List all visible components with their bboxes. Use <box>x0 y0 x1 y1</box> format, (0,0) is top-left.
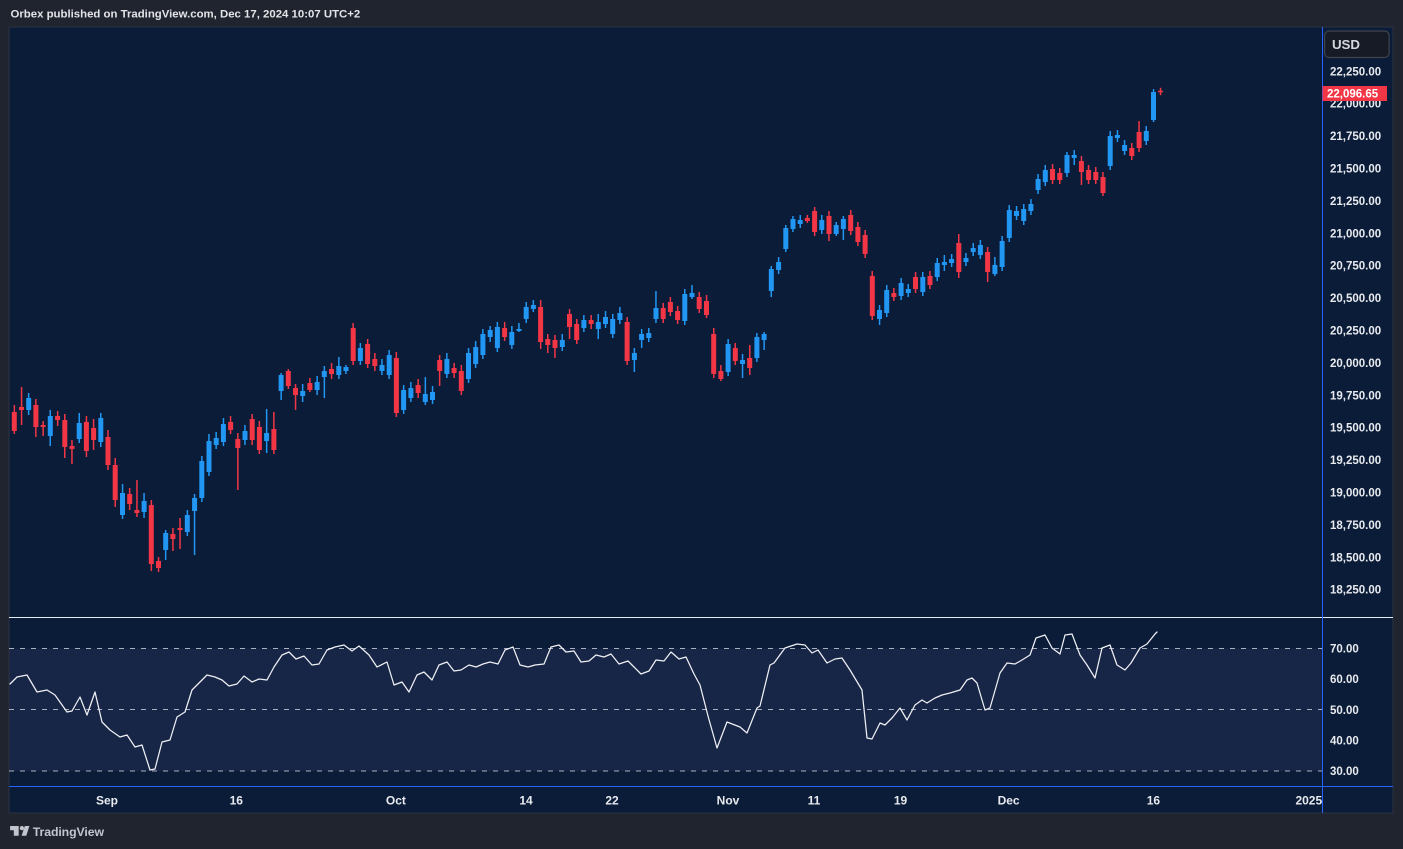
svg-text:20,250.00: 20,250.00 <box>1330 326 1381 338</box>
svg-text:16: 16 <box>1147 793 1161 807</box>
svg-text:20,500.00: 20,500.00 <box>1330 293 1381 305</box>
svg-text:2025: 2025 <box>1295 793 1322 807</box>
svg-text:19,500.00: 19,500.00 <box>1330 423 1381 435</box>
svg-text:Orbex published on TradingView: Orbex published on TradingView.com, Dec … <box>11 8 361 20</box>
svg-text:19: 19 <box>894 793 908 807</box>
svg-text:21,750.00: 21,750.00 <box>1330 131 1381 143</box>
svg-text:22,250.00: 22,250.00 <box>1330 66 1381 78</box>
svg-text:11: 11 <box>808 793 821 807</box>
svg-text:50.00: 50.00 <box>1330 705 1359 717</box>
svg-text:Nov: Nov <box>717 793 740 807</box>
svg-text:19,750.00: 19,750.00 <box>1330 390 1381 402</box>
svg-text:19,000.00: 19,000.00 <box>1330 488 1381 500</box>
svg-text:30.00: 30.00 <box>1330 766 1359 778</box>
svg-text:20,000.00: 20,000.00 <box>1330 358 1381 370</box>
svg-text:70.00: 70.00 <box>1330 644 1359 656</box>
svg-text:40.00: 40.00 <box>1330 736 1359 748</box>
svg-text:21,500.00: 21,500.00 <box>1330 164 1381 176</box>
svg-text:Oct: Oct <box>386 793 406 807</box>
svg-text:18,750.00: 18,750.00 <box>1330 520 1381 532</box>
svg-text:21,000.00: 21,000.00 <box>1330 228 1381 240</box>
svg-text:14: 14 <box>519 793 533 807</box>
svg-text:22,096.65: 22,096.65 <box>1327 89 1379 101</box>
svg-text:60.00: 60.00 <box>1330 674 1359 686</box>
svg-text:Dec: Dec <box>998 793 1020 807</box>
svg-text:Sep: Sep <box>96 793 118 807</box>
svg-text:USD: USD <box>1332 37 1360 52</box>
svg-text:18,500.00: 18,500.00 <box>1330 552 1381 564</box>
svg-text:21,250.00: 21,250.00 <box>1330 196 1381 208</box>
svg-text:TradingView: TradingView <box>33 825 105 839</box>
svg-text:19,250.00: 19,250.00 <box>1330 455 1381 467</box>
svg-text:20,750.00: 20,750.00 <box>1330 261 1381 273</box>
svg-text:16: 16 <box>230 793 244 807</box>
svg-text:18,250.00: 18,250.00 <box>1330 585 1381 597</box>
svg-text:22: 22 <box>605 793 619 807</box>
